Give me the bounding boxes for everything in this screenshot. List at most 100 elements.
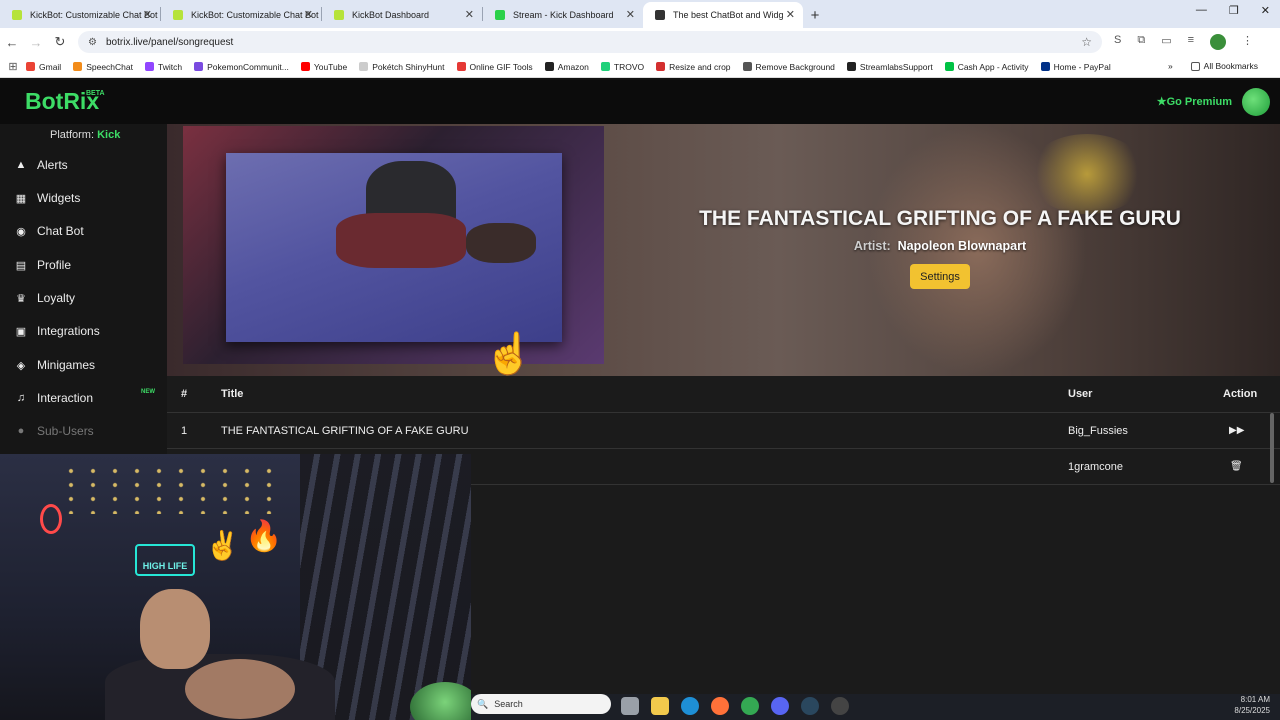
apps-grid-icon[interactable]: ⊞ (0, 60, 26, 73)
close-tab-icon[interactable]: ✕ (786, 8, 795, 21)
trophy-icon: ♛ (16, 292, 26, 305)
bookmark-label: Remove Background (755, 61, 835, 72)
bookmark-label: Online GIF Tools (469, 61, 533, 72)
grid-icon: ▦ (15, 192, 27, 205)
go-premium-button[interactable]: ★Go Premium (1157, 95, 1232, 108)
sidebar-item-integrations[interactable]: ▣ Integrations (14, 324, 100, 338)
bookmark-item[interactable]: SpeechChat (73, 62, 133, 72)
extension-icon[interactable]: S (1114, 34, 1121, 50)
row-user: Big_Fussies (1068, 425, 1128, 437)
minimize-icon[interactable]: — (1196, 4, 1207, 17)
firefox-icon[interactable] (711, 697, 729, 715)
bookmark-favicon-icon (300, 62, 310, 71)
table-scrollbar[interactable] (1270, 413, 1274, 483)
more-bookmarks-icon[interactable]: » (1168, 61, 1173, 71)
tab-title: Stream - Kick Dashboard (513, 10, 614, 20)
all-bookmarks-button[interactable]: All Bookmarks (1190, 61, 1258, 71)
user-avatar[interactable] (1242, 88, 1270, 116)
browser-tab[interactable]: KickBot: Customizable Chat Bot ✕ (0, 2, 160, 28)
video-player[interactable] (226, 153, 562, 342)
back-icon[interactable]: ← (0, 35, 24, 50)
platform-indicator: Platform: Kick (50, 129, 120, 141)
sidebar-item-minigames[interactable]: ◈ Minigames (14, 358, 95, 372)
steam-icon[interactable] (801, 697, 819, 715)
close-tab-icon[interactable]: ✕ (626, 8, 635, 21)
search-icon: 🔍 (477, 698, 489, 709)
trash-icon[interactable]: 🗑 (1230, 461, 1243, 472)
obs-icon[interactable] (831, 697, 849, 715)
hand-cursor-icon: ☝ (484, 332, 534, 376)
person-face (140, 589, 210, 669)
bookmark-item[interactable]: YouTube (300, 62, 347, 72)
close-tab-icon[interactable]: ✕ (143, 8, 152, 21)
close-tab-icon[interactable]: ✕ (465, 8, 474, 21)
kickbot-favicon-icon (334, 10, 344, 20)
reading-list-icon[interactable]: ≡ (1188, 34, 1194, 50)
close-tab-icon[interactable]: ✕ (304, 8, 313, 21)
browser-tab[interactable]: Stream - Kick Dashboard ✕ (483, 2, 643, 28)
edge-icon[interactable] (681, 697, 699, 715)
cast-icon[interactable]: ▭ (1161, 34, 1171, 50)
restore-icon[interactable]: ❐ (1229, 4, 1239, 17)
browser-tab[interactable]: KickBot: Customizable Chat Bot ✕ (161, 2, 321, 28)
task-view-icon[interactable] (621, 697, 639, 715)
bookmark-star-icon[interactable]: ☆ (1081, 35, 1092, 49)
sidebar-item-chat-bot[interactable]: ◉ Chat Bot (14, 224, 84, 238)
string-lights (60, 464, 280, 514)
reload-icon[interactable]: ↻ (48, 34, 72, 50)
gamepad-icon: ◈ (16, 359, 26, 372)
profile-avatar[interactable] (1210, 34, 1227, 50)
video-thumbnail[interactable] (183, 126, 604, 364)
bookmark-item[interactable]: Pokétch ShinyHunt (359, 62, 445, 72)
chrome-icon[interactable] (741, 697, 759, 715)
address-bar[interactable]: ⚙ botrix.live/panel/songrequest ☆ (78, 31, 1102, 53)
bookmark-item[interactable]: Remove Background (742, 61, 835, 72)
bookmark-item[interactable]: Resize and crop (656, 62, 731, 72)
extensions-puzzle-icon[interactable]: ⧉ (1137, 34, 1145, 50)
sidebar-item-sub-users[interactable]: ● Sub-Users (14, 424, 94, 438)
settings-button[interactable]: Settings (910, 264, 970, 289)
go-premium-label: Go Premium (1166, 96, 1232, 108)
video-frame-figure (466, 223, 536, 263)
sidebar-item-loyalty[interactable]: ♛ Loyalty (14, 291, 75, 305)
discord-icon[interactable] (771, 697, 789, 715)
new-tab-button[interactable]: + (803, 2, 827, 28)
taskbar-search[interactable]: 🔍 Search (471, 694, 611, 714)
sidebar-item-interaction[interactable]: ♫ Interaction (14, 391, 93, 405)
neon-sign-high-life: HIGH LIFE (135, 544, 195, 576)
bookmark-item[interactable]: Amazon (544, 62, 589, 72)
sidebar: Platform: Kick ▲ Alerts ▦ Widgets ◉ Chat Bo… (0, 124, 167, 454)
kickbot-favicon-icon (173, 10, 183, 20)
sidebar-item-label: Widgets (37, 191, 81, 205)
browser-toolbar: ← → ↻ ⚙ botrix.live/panel/songrequest ☆ … (0, 28, 1280, 56)
bookmark-item[interactable]: Online GIF Tools (456, 61, 533, 72)
bookmark-item[interactable]: PokemonCommunit... (194, 62, 289, 72)
bookmark-label: Home - PayPal (1053, 61, 1111, 72)
browser-tab[interactable]: KickBot Dashboard ✕ (322, 2, 482, 28)
now-playing-hero: THE FANTASTICAL GRIFTING OF A FAKE GURU … (167, 124, 1280, 376)
sidebar-item-alerts[interactable]: ▲ Alerts (14, 158, 68, 172)
bookmark-item[interactable]: TROVO (600, 61, 645, 72)
bookmark-item[interactable]: Gmail (26, 62, 61, 72)
close-window-icon[interactable]: ✕ (1261, 4, 1270, 17)
skip-forward-icon[interactable]: ▶▶ (1229, 425, 1244, 436)
file-explorer-icon[interactable] (651, 697, 669, 715)
sidebar-item-widgets[interactable]: ▦ Widgets (14, 191, 81, 205)
column-header-number: # (181, 388, 188, 400)
bookmark-item[interactable]: StreamlabsSupport (846, 62, 933, 72)
bookmark-item[interactable]: Cash App - Activity (944, 62, 1029, 72)
menu-icon[interactable]: ⋮ (1242, 34, 1253, 50)
search-label: Search (494, 699, 523, 709)
window-controls: — ❐ ✕ (1196, 4, 1270, 17)
bookmark-item[interactable]: Home - PayPal (1040, 61, 1111, 72)
site-info-icon[interactable]: ⚙ (88, 37, 100, 48)
bookmark-item[interactable]: Twitch (145, 62, 182, 72)
taskbar-apps (621, 697, 849, 715)
sidebar-item-profile[interactable]: ▤ Profile (14, 258, 71, 272)
browser-tab-active[interactable]: The best ChatBot and Widg ✕ (643, 2, 803, 28)
sidebar-item-label: Alerts (37, 158, 68, 172)
bookmark-label: TROVO (613, 61, 645, 72)
tab-title: KickBot: Customizable Chat Bot (191, 10, 319, 20)
system-clock[interactable]: 8:01 AM 8/25/2025 (1234, 694, 1270, 716)
forward-icon[interactable]: → (24, 35, 48, 50)
